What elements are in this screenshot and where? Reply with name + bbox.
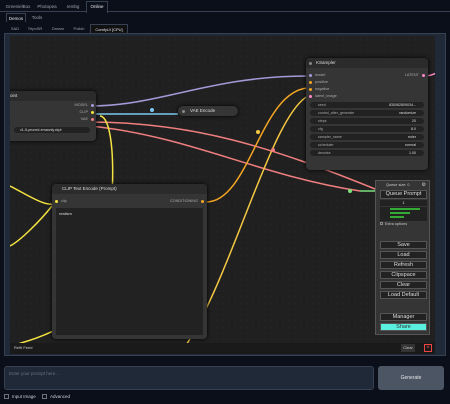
slot-latent-out: LATENT xyxy=(404,73,419,77)
save-button[interactable]: Save xyxy=(380,241,427,249)
batch-slider[interactable] xyxy=(380,207,427,221)
canvas-footer: Refit Feed Clear × xyxy=(10,343,435,354)
tab-polish[interactable]: Polish xyxy=(70,24,88,33)
link-midpoint xyxy=(348,189,352,193)
widget-scheduler[interactable]: scheduler normal xyxy=(310,142,424,148)
tab-sad[interactable]: SAD xyxy=(8,24,22,33)
output-dot[interactable] xyxy=(91,118,94,121)
refit-feed-button[interactable]: Refit Feed xyxy=(14,345,32,350)
slot-clip-in: clip xyxy=(61,199,67,203)
input-dot[interactable] xyxy=(55,200,58,203)
share-button[interactable]: Share xyxy=(380,323,427,331)
slot-vae: VAE xyxy=(80,117,88,121)
clipspace-button[interactable]: Clipspace xyxy=(380,271,427,279)
tab-demos[interactable]: Demos xyxy=(6,13,26,22)
refresh-button[interactable]: Refresh xyxy=(380,261,427,269)
node-title: CLIP Text Encode (Prompt) xyxy=(52,184,207,194)
manager-button[interactable]: Manager xyxy=(380,313,427,321)
output-dot[interactable] xyxy=(91,111,94,114)
link-midpoint xyxy=(271,148,275,152)
load-default-button[interactable]: Load Default xyxy=(380,291,427,299)
slot-negative-in: negative xyxy=(315,87,330,91)
widget-steps[interactable]: steps 20 xyxy=(310,118,424,124)
queue-history-links xyxy=(380,228,427,240)
widget-control-after-generate[interactable]: control_after_generate randomize xyxy=(310,110,424,116)
input-dot[interactable] xyxy=(309,81,312,84)
widget-sampler-name[interactable]: sampler_name euler xyxy=(310,134,424,140)
input-dot[interactable] xyxy=(309,74,312,77)
close-icon[interactable]: × xyxy=(424,344,432,352)
queue-panel: Queue size: 0 ⚙ Queue Prompt 1 Extra opt… xyxy=(375,180,430,335)
queue-size: Queue size: 0 xyxy=(386,183,410,187)
tab-dream[interactable]: Dream xyxy=(48,24,68,33)
output-dot[interactable] xyxy=(91,104,94,107)
batch-count[interactable]: 1 xyxy=(380,200,427,206)
clear-canvas-button[interactable]: Clear xyxy=(401,344,415,352)
queue-prompt-button[interactable]: Queue Prompt xyxy=(380,190,427,199)
slot-conditioning-out: CONDITIONING xyxy=(169,199,198,203)
link-clip-2 xyxy=(10,205,53,247)
input-dot[interactable] xyxy=(309,95,312,98)
tab-online[interactable]: Online xyxy=(86,1,108,13)
slot-positive-in: positive xyxy=(315,80,328,84)
node-clip-text-encode[interactable]: CLIP Text Encode (Prompt) clip CONDITION… xyxy=(52,184,207,339)
input-image-checkbox[interactable]: Input Image xyxy=(4,394,36,400)
collapse-dot[interactable] xyxy=(309,61,312,65)
widget-cfg[interactable]: cfg 8.0 xyxy=(310,126,424,132)
clear-button[interactable]: Clear xyxy=(380,281,427,289)
gear-icon[interactable]: ⚙ xyxy=(422,182,426,188)
top-tab-bar: GreenielBox Photopea rembg Online xyxy=(0,0,450,13)
ui-tab-bar: SAD TripoSR Dream Polish ComfyUI [CPU] xyxy=(6,24,446,33)
node-vae-encode[interactable]: VAE Encode xyxy=(178,106,238,116)
node-checkpoint-loader[interactable]: oint MODEL CLIP VAE v1-5-pruned-emaonly.… xyxy=(10,91,96,141)
slot-latent-in: latent_image xyxy=(315,94,337,98)
ckpt-name-widget[interactable]: v1-5-pruned-emaonly.ckpt xyxy=(14,127,90,133)
tab-triposr[interactable]: TripoSR xyxy=(24,24,46,33)
node-title: KSampler xyxy=(306,58,428,68)
link-midpoint xyxy=(150,108,154,112)
link-model xyxy=(89,75,309,107)
prompt-textarea[interactable]: realism xyxy=(56,208,203,335)
slot-model: MODEL xyxy=(74,103,88,107)
tab-rembg[interactable]: rembg xyxy=(62,2,84,12)
tab-tools[interactable]: Tools xyxy=(28,13,46,22)
output-dot[interactable] xyxy=(422,74,425,77)
node-ksampler[interactable]: KSampler model LATENT positive negative … xyxy=(306,58,428,170)
checkbox-icon xyxy=(4,394,9,400)
tab-photopea[interactable]: Photopea xyxy=(34,2,60,12)
collapse-dot[interactable] xyxy=(182,109,185,113)
sub-tab-bar: Demos Tools xyxy=(4,13,446,22)
node-canvas[interactable]: oint MODEL CLIP VAE v1-5-pruned-emaonly.… xyxy=(10,36,435,354)
output-dot[interactable] xyxy=(201,200,204,203)
prompt-input[interactable]: Enter your prompt here... xyxy=(4,366,374,390)
advanced-checkbox[interactable]: Advanced xyxy=(42,394,70,400)
generate-button[interactable]: Generate xyxy=(378,366,444,390)
extra-options[interactable]: Extra options xyxy=(380,222,407,226)
slot-model-in: model xyxy=(315,73,326,77)
node-title: oint xyxy=(10,91,96,101)
input-dot[interactable] xyxy=(309,88,312,91)
node-title: VAE Encode xyxy=(190,108,216,113)
load-button[interactable]: Load xyxy=(380,251,427,259)
tab-comfyui[interactable]: ComfyUI [CPU] xyxy=(90,24,128,33)
checkbox-icon xyxy=(42,394,47,400)
widget-seed[interactable]: seed 830062809034... xyxy=(310,102,424,108)
link-midpoint xyxy=(256,130,260,134)
widget-denoise[interactable]: denoise 1.00 xyxy=(310,150,424,156)
tab-greenielbox[interactable]: GreenielBox xyxy=(4,2,32,12)
slot-clip: CLIP xyxy=(79,110,88,114)
